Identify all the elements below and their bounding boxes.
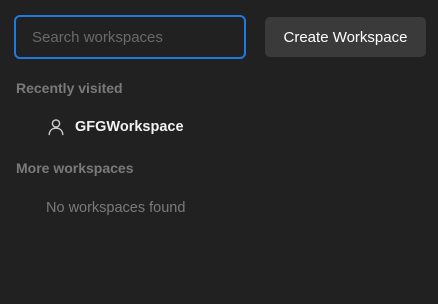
recently-visited-heading: Recently visited [16, 80, 123, 96]
search-input[interactable] [14, 15, 246, 59]
create-workspace-button[interactable]: Create Workspace [265, 17, 426, 57]
workspace-toolbar: Create Workspace [14, 15, 426, 59]
workspace-item-gfgworkspace[interactable]: GFGWorkspace [36, 110, 236, 144]
workspace-name: GFGWorkspace [75, 119, 184, 135]
no-workspaces-message: No workspaces found [46, 200, 186, 216]
workspace-switcher-panel: Create Workspace Recently visited GFGWor… [0, 0, 438, 304]
user-icon [46, 117, 66, 137]
more-workspaces-heading: More workspaces [16, 160, 134, 176]
